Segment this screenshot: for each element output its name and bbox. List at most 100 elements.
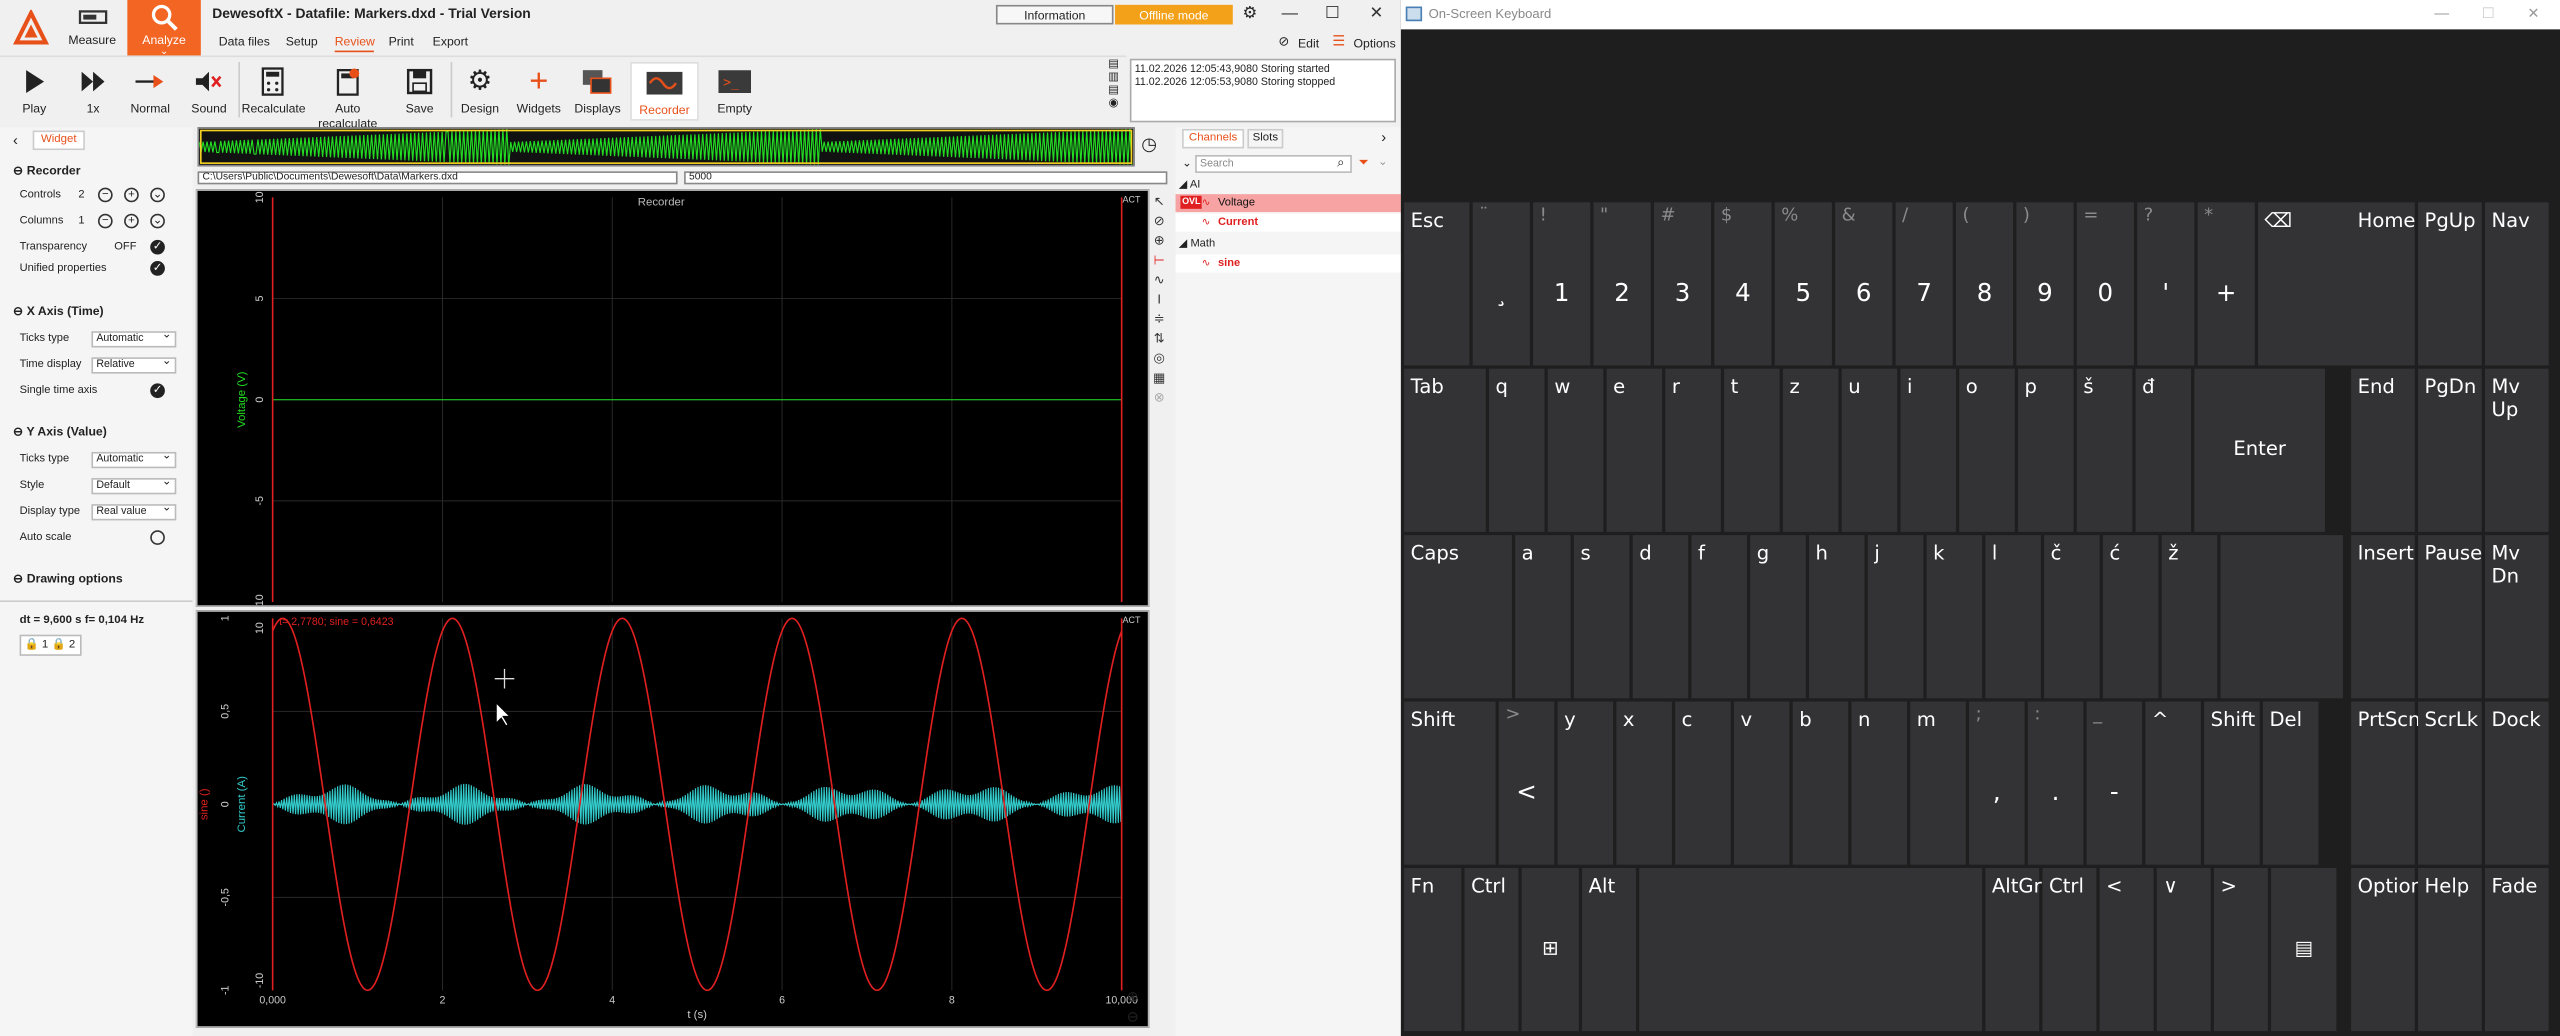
key-9[interactable]: ) 9 <box>2016 202 2074 366</box>
recalculate-button[interactable]: Recalculate <box>242 62 306 121</box>
empty-display-button[interactable]: >_ Empty <box>705 62 764 121</box>
cursor-icon[interactable]: I <box>1149 290 1169 310</box>
speed-button[interactable]: 1x <box>72 62 114 121</box>
gear-icon[interactable]: ⚙ <box>1242 5 1257 23</box>
key-enter[interactable]: Enter <box>2194 368 2325 532</box>
unified-properties-checkbox[interactable]: ✓ <box>150 261 165 276</box>
maximize-button[interactable]: ☐ <box>1316 5 1349 25</box>
plot-tools-strip[interactable]: ↖ ⊘ ⊕ ⊢ ∿ I ≑ ⇅ ◎ ▦ ⊗ <box>1149 193 1169 421</box>
transparency-toggle[interactable]: ✓ <box>150 239 165 255</box>
key-r[interactable]: r <box>1665 368 1721 532</box>
key-ctrl[interactable]: Ctrl <box>1464 867 1519 1032</box>
offline-mode-button[interactable]: Offline mode <box>1115 4 1233 25</box>
menu-export[interactable]: Export <box>433 34 468 49</box>
key-m[interactable]: m <box>1910 701 1966 865</box>
x-ticks-type-select[interactable]: Automatic <box>91 330 177 348</box>
channel-search-input[interactable]: Search <box>1195 154 1352 173</box>
menu-setup[interactable]: Setup <box>286 34 318 49</box>
recorder-section-title[interactable]: ⊖ Recorder <box>13 163 80 178</box>
group-ai[interactable]: ◢ AI <box>1179 178 1201 190</box>
key-end[interactable]: End <box>2351 368 2415 532</box>
key-5[interactable]: % 5 <box>1774 202 1832 366</box>
key-help[interactable]: Help <box>2418 867 2482 1032</box>
key-symbol[interactable]: ⌫ <box>2258 202 2356 366</box>
key-1[interactable]: ! 1 <box>1533 202 1591 366</box>
key-pause[interactable]: Pause <box>2418 535 2482 699</box>
minimize-button[interactable]: — <box>1274 5 1307 25</box>
align-icon[interactable]: ≑ <box>1149 310 1169 330</box>
widgets-button[interactable]: + Widgets <box>513 62 565 121</box>
display-type-select[interactable]: Real value <box>91 503 177 521</box>
key-c[interactable]: c <box>1675 701 1731 865</box>
tab-channels[interactable]: Channels <box>1182 128 1245 149</box>
key-esc[interactable]: Esc <box>1404 202 1470 366</box>
voltage-plot[interactable]: 10 5 0 -5 -10 Voltage (V) ACT Recorder <box>195 189 1150 610</box>
key-h[interactable]: h <box>1809 535 1865 699</box>
key-symbol[interactable]: > <box>2213 867 2268 1032</box>
key-tab[interactable]: Tab <box>1404 368 1486 532</box>
chevron-down-icon[interactable]: ⌄ <box>150 187 165 203</box>
key-a[interactable]: a <box>1515 535 1571 699</box>
time-display-select[interactable]: Relative <box>91 356 177 374</box>
menu-print[interactable]: Print <box>389 34 414 49</box>
key-options[interactable]: Options <box>2351 867 2433 1032</box>
key-symbol[interactable]: * + <box>2197 202 2255 366</box>
grid-icon[interactable]: ▦ <box>1149 369 1169 389</box>
key-3[interactable]: #3 <box>1653 202 1712 366</box>
key-dock[interactable]: Dock <box>2484 701 2549 865</box>
range-icon[interactable]: ⊢ <box>1149 251 1169 271</box>
play-button[interactable]: Play <box>13 62 55 121</box>
key-g[interactable]: g <box>1750 535 1806 699</box>
wave-icon[interactable]: ∿ <box>1149 271 1169 291</box>
style-select[interactable]: Default <box>91 476 177 495</box>
key-f[interactable]: f <box>1691 535 1747 699</box>
key-fade[interactable]: Fade <box>2484 867 2549 1032</box>
file-path-field[interactable]: C:\Users\Public\Documents\Dewesoft\Data\… <box>197 171 678 185</box>
key-fn[interactable]: Fn <box>1404 867 1462 1032</box>
key-symbol[interactable]: ∨ <box>2156 867 2211 1032</box>
displays-button[interactable]: Displays <box>571 62 623 121</box>
lock-buttons[interactable]: 🔒 1 🔒 2 <box>19 634 82 656</box>
edit-button[interactable]: Edit <box>1298 36 1319 51</box>
key-symbol[interactable]: č <box>2044 535 2100 699</box>
auto-scale-checkbox[interactable] <box>150 530 165 545</box>
key-e[interactable]: e <box>1606 368 1663 532</box>
key-blank[interactable] <box>2220 535 2343 699</box>
measure-mode-button[interactable]: Measure <box>56 0 129 55</box>
key-symbol[interactable]: :. <box>2027 701 2084 865</box>
key-shift[interactable]: Shift <box>2204 701 2260 865</box>
key-0[interactable]: = 0 <box>2076 202 2134 366</box>
key-l[interactable]: l <box>1985 535 2041 699</box>
key-6[interactable]: & 6 <box>1835 202 1893 366</box>
search-icon[interactable]: ⌕ <box>1337 155 1344 171</box>
key-del[interactable]: Del <box>2262 701 2319 865</box>
key-q[interactable]: q <box>1489 368 1545 532</box>
y-ticks-type-select[interactable]: Automatic <box>91 450 177 469</box>
key-symbol[interactable]: ▤ <box>2271 867 2337 1032</box>
key-2[interactable]: " 2 <box>1593 202 1651 366</box>
key-z[interactable]: z <box>1782 368 1839 532</box>
back-arrow-icon[interactable]: ‹ <box>13 132 18 148</box>
crosshair-icon[interactable]: ⊕ <box>1149 232 1169 252</box>
pointer-icon[interactable]: ↖ <box>1149 193 1169 213</box>
sound-button[interactable]: Sound <box>186 62 232 121</box>
key-symbol[interactable]: ¨ ¸ <box>1472 202 1530 366</box>
key-x[interactable]: x <box>1616 701 1672 865</box>
key-s[interactable]: s <box>1573 535 1630 699</box>
key-symbol[interactable]: đ <box>2135 368 2192 532</box>
channel-row-voltage[interactable]: OVL ∿ Voltage <box>1175 194 1401 213</box>
key-symbol[interactable]: ^ <box>2145 701 2201 865</box>
key-7[interactable]: /7 <box>1895 202 1953 366</box>
x-axis-section-title[interactable]: ⊖ X Axis (Time) <box>13 303 104 318</box>
minus-icon[interactable]: − <box>97 213 113 229</box>
plus-icon[interactable]: + <box>124 187 139 203</box>
overview-strip[interactable] <box>197 127 1135 167</box>
tab-slots[interactable]: Slots <box>1247 128 1284 149</box>
key-o[interactable]: o <box>1959 368 2015 532</box>
drawing-options-section-title[interactable]: ⊖ Drawing options <box>13 571 123 586</box>
chevron-down-icon[interactable]: ⌄ <box>1182 157 1192 169</box>
key-u[interactable]: u <box>1841 368 1898 532</box>
widget-tab[interactable]: Widget <box>32 130 85 151</box>
key-insert[interactable]: Insert <box>2351 535 2415 699</box>
key-i[interactable]: i <box>1900 368 1956 532</box>
